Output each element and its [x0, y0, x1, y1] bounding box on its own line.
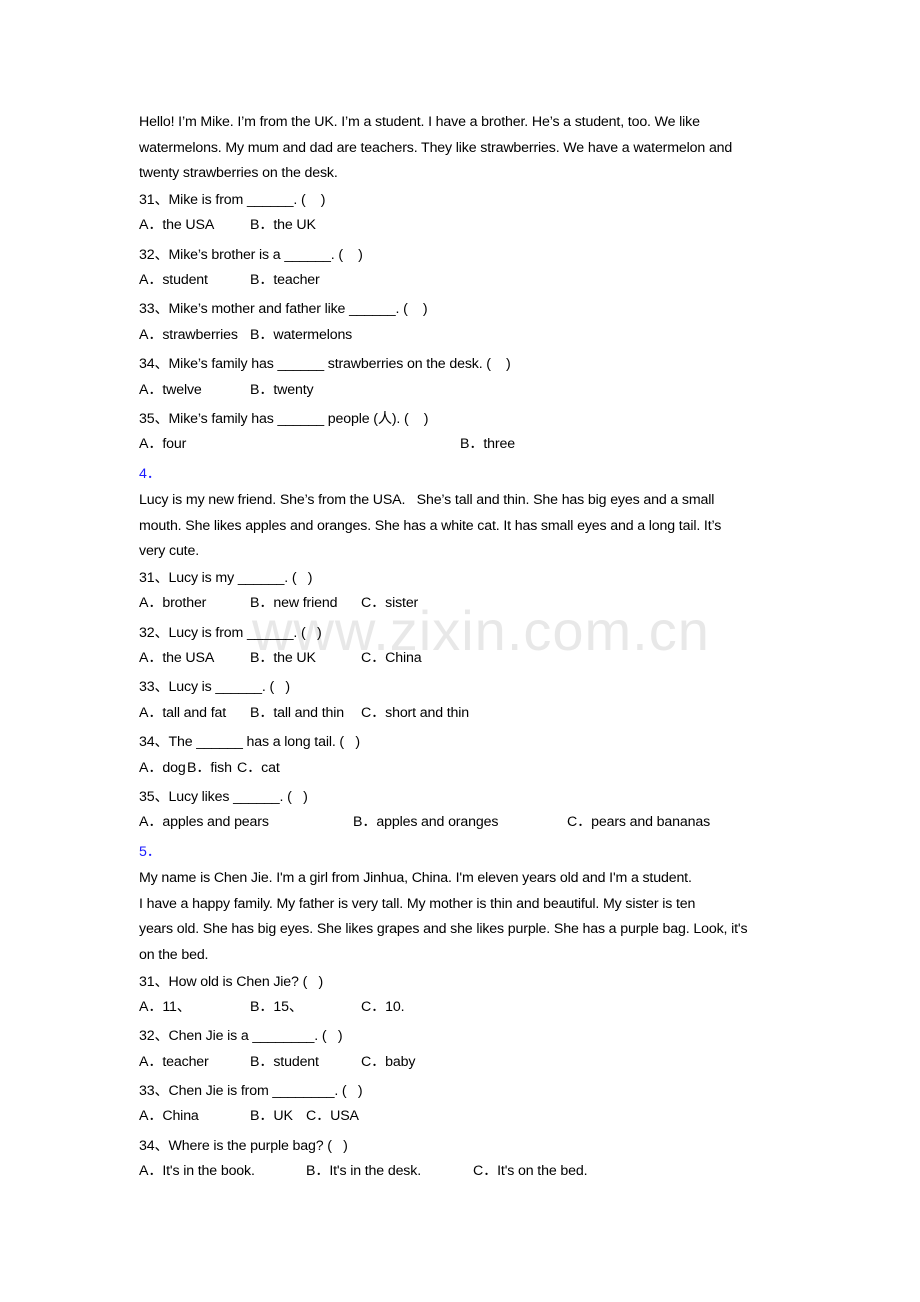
options-row: A．apples and pears B．apples and oranges …: [139, 811, 789, 838]
option-b[interactable]: B．the UK: [250, 214, 316, 234]
question-text: 34、Mike’s family has ______ strawberries…: [139, 356, 511, 373]
passage-line: I have a happy family. My father is very…: [139, 895, 696, 912]
question-text: 31、How old is Chen Jie? ( ): [139, 973, 324, 990]
option-a[interactable]: A．strawberries: [139, 324, 238, 344]
option-c[interactable]: C．baby: [361, 1051, 415, 1071]
option-b[interactable]: B．It's in the desk.: [306, 1160, 421, 1180]
options-row: A．tall and fat B．tall and thin C．short a…: [139, 702, 789, 729]
option-a[interactable]: A．four: [139, 433, 186, 453]
option-b[interactable]: B．fish: [187, 757, 232, 777]
option-a[interactable]: A．apples and pears: [139, 811, 269, 831]
option-b[interactable]: B．UK: [250, 1105, 293, 1125]
question-text: 34、Where is the purple bag? ( ): [139, 1137, 348, 1154]
passage-line: mouth. She likes apples and oranges. She…: [139, 517, 722, 534]
option-a[interactable]: A．twelve: [139, 379, 202, 399]
option-a[interactable]: A．teacher: [139, 1051, 209, 1071]
option-a[interactable]: A．tall and fat: [139, 702, 226, 722]
option-a[interactable]: A．11、: [139, 996, 191, 1016]
passage-line: Lucy is my new friend. She’s from the US…: [139, 492, 715, 509]
passage-line: very cute.: [139, 543, 200, 560]
option-b[interactable]: B．15、: [250, 996, 303, 1016]
options-row: A．teacher B．student C．baby: [139, 1051, 789, 1078]
option-a[interactable]: A．the USA: [139, 214, 214, 234]
passage-line: twenty strawberries on the desk.: [139, 165, 338, 182]
option-b[interactable]: B．three: [460, 433, 515, 453]
question-text: 34、The ______ has a long tail. ( ): [139, 734, 360, 751]
option-c[interactable]: C．cat: [237, 757, 280, 777]
options-row: A．four B．three: [139, 433, 789, 460]
options-row: A．twelve B．twenty: [139, 379, 789, 406]
section-chen-jie: 5． My name is Chen Jie. I'm a girl from …: [139, 839, 789, 1188]
option-c[interactable]: C．USA: [306, 1105, 359, 1125]
options-row: A．dog B．fish C．cat: [139, 757, 789, 784]
options-row: A．the USA B．the UK C．China: [139, 647, 789, 674]
passage-line: watermelons. My mum and dad are teachers…: [139, 139, 733, 156]
option-c[interactable]: C．It's on the bed.: [473, 1160, 588, 1180]
question-text: 35、Lucy likes ______. ( ): [139, 788, 308, 805]
option-c[interactable]: C．China: [361, 647, 422, 667]
option-a[interactable]: A．the USA: [139, 647, 214, 667]
option-b[interactable]: B．the UK: [250, 647, 316, 667]
option-b[interactable]: B．tall and thin: [250, 702, 344, 722]
option-a[interactable]: A．China: [139, 1105, 199, 1125]
question-text: 31、Lucy is my ______. ( ): [139, 569, 313, 586]
option-b[interactable]: B．new friend: [250, 592, 337, 612]
passage-line: Hello! I’m Mike. I’m from the UK. I’m a …: [139, 114, 700, 130]
option-b[interactable]: B．twenty: [250, 379, 314, 399]
section-number: 4．: [139, 465, 161, 482]
question-text: 32、Chen Jie is a ________. ( ): [139, 1028, 343, 1045]
question-text: 32、Mike’s brother is a ______. ( ): [139, 246, 363, 263]
option-a[interactable]: A．dog: [139, 757, 186, 777]
document-page: Hello! I’m Mike. I’m from the UK. I’m a …: [139, 110, 789, 1188]
options-row: A．student B．teacher: [139, 269, 789, 296]
question-text: 33、Mike’s mother and father like ______.…: [139, 301, 428, 318]
option-a[interactable]: A．brother: [139, 592, 206, 612]
passage-line: My name is Chen Jie. I'm a girl from Jin…: [139, 870, 692, 887]
section-number: 5．: [139, 843, 161, 860]
question-text: 35、Mike’s family has ______ people (人). …: [139, 410, 429, 427]
option-b[interactable]: B．student: [250, 1051, 319, 1071]
section-mike: Hello! I’m Mike. I’m from the UK. I’m a …: [139, 110, 789, 461]
options-row: A．11、 B．15、 C．10.: [139, 996, 789, 1023]
option-b[interactable]: B．apples and oranges: [353, 811, 498, 831]
options-row: A．It's in the book. B．It's in the desk. …: [139, 1160, 789, 1187]
options-row: A．brother B．new friend C．sister: [139, 592, 789, 619]
options-row: A．strawberries B．watermelons: [139, 324, 789, 351]
option-c[interactable]: C．sister: [361, 592, 418, 612]
options-row: A．China B．UK C．USA: [139, 1105, 789, 1132]
option-b[interactable]: B．watermelons: [250, 324, 352, 344]
passage-line: years old. She has big eyes. She likes g…: [139, 921, 748, 938]
option-b[interactable]: B．teacher: [250, 269, 320, 289]
option-c[interactable]: C．short and thin: [361, 702, 469, 722]
option-a[interactable]: A．student: [139, 269, 208, 289]
section-lucy: 4． Lucy is my new friend. She’s from the…: [139, 461, 789, 839]
option-a[interactable]: A．It's in the book.: [139, 1160, 255, 1180]
question-text: 33、Lucy is ______. ( ): [139, 679, 290, 696]
option-c[interactable]: C．pears and bananas: [567, 811, 710, 831]
question-text: 31、Mike is from ______. ( ): [139, 191, 326, 208]
passage-line: on the bed.: [139, 946, 209, 963]
option-c[interactable]: C．10.: [361, 996, 405, 1016]
options-row: A．the USA B．the UK: [139, 214, 789, 241]
question-text: 33、Chen Jie is from ________. ( ): [139, 1083, 363, 1100]
question-text: 32、Lucy is from ______. ( ): [139, 624, 322, 641]
